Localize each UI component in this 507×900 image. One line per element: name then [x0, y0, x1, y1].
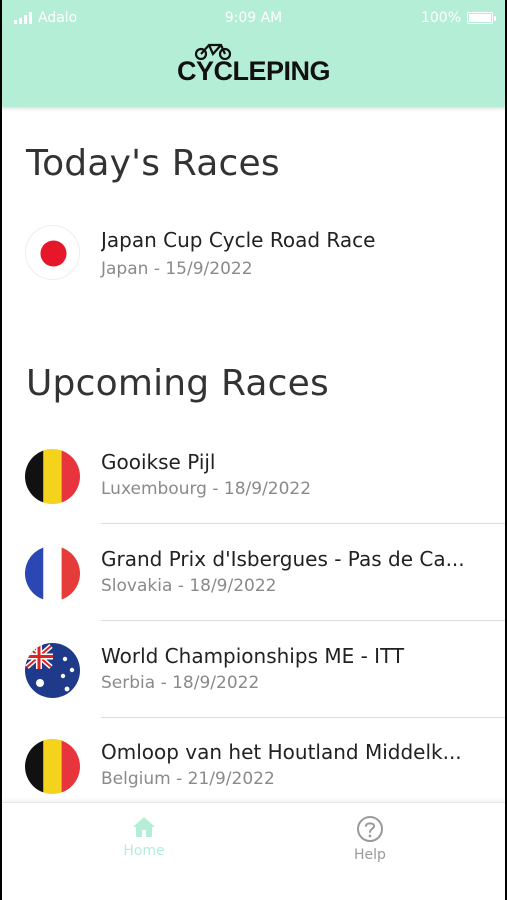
race-item[interactable]: Japan Cup Cycle Road Race Japan - 15/9/2… [2, 219, 505, 315]
race-name: Omloop van het Houtland Middelk... [101, 740, 462, 764]
belgium-flag-icon [25, 739, 80, 794]
tab-home-label: Home [123, 843, 165, 859]
race-name: Japan Cup Cycle Road Race [101, 228, 376, 252]
app-screen: Adalo 9:09 AM 100% CYCLEPING Today's Rac… [0, 0, 507, 900]
bicycle-logo-icon [194, 43, 232, 60]
battery-icon [467, 12, 496, 24]
france-flag-icon [25, 546, 80, 601]
logo-text: CYCLEPING [176, 56, 331, 86]
app-header: CYCLEPING [2, 36, 505, 107]
help-icon [357, 816, 383, 842]
race-subtitle: Luxembourg - 18/9/2022 [101, 479, 312, 499]
race-item[interactable]: Gooikse Pijl Luxembourg - 18/9/2022 [2, 441, 505, 537]
status-left: Adalo [14, 10, 77, 26]
race-item[interactable]: Grand Prix d'Isbergues - Pas de Ca... Sl… [2, 538, 505, 634]
list-divider [101, 620, 505, 621]
race-item[interactable]: World Championships ME - ITT Serbia - 18… [2, 635, 505, 731]
race-subtitle: Japan - 15/9/2022 [101, 259, 253, 279]
list-divider [101, 523, 505, 524]
tab-help-label: Help [354, 847, 386, 863]
upcoming-title: Upcoming Races [26, 363, 329, 404]
race-subtitle: Belgium - 21/9/2022 [101, 769, 275, 789]
battery-percent: 100% [420, 10, 461, 26]
race-subtitle: Slovakia - 18/9/2022 [101, 576, 277, 596]
race-name: World Championships ME - ITT [101, 644, 405, 668]
belgium-flag-icon [25, 449, 80, 504]
australia-flag-icon [25, 643, 80, 698]
signal-icon [14, 12, 32, 24]
race-name: Grand Prix d'Isbergues - Pas de Ca... [101, 547, 465, 571]
bottom-tab-bar: Home Help [2, 802, 505, 900]
home-icon [133, 817, 155, 837]
status-right: 100% [420, 10, 496, 26]
app-logo: CYCLEPING [176, 43, 331, 87]
japan-flag-icon [25, 225, 80, 280]
today-title: Today's Races [26, 143, 280, 184]
tab-home[interactable]: Home [84, 815, 204, 859]
list-divider [101, 717, 505, 718]
race-subtitle: Serbia - 18/9/2022 [101, 673, 260, 693]
tab-help[interactable]: Help [310, 815, 430, 863]
status-bar: Adalo 9:09 AM 100% [2, 0, 505, 36]
race-name: Gooikse Pijl [101, 450, 216, 474]
carrier-name: Adalo [38, 10, 78, 26]
